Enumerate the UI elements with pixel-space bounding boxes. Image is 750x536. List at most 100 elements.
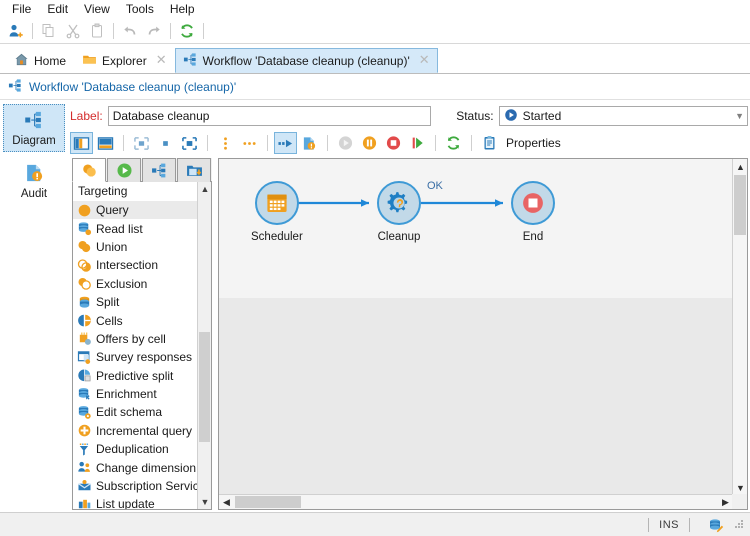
palette-item-survey-responses[interactable]: Survey responses [73,348,198,366]
palette-item-label: Edit schema [96,405,162,419]
menu-edit[interactable]: Edit [39,0,76,18]
canvas-hscroll-thumb[interactable] [235,496,301,508]
paste-button[interactable] [85,20,109,42]
palette-item-cells[interactable]: Cells [73,311,198,329]
show-log-button[interactable] [94,132,117,154]
palette-item-label: Survey responses [96,350,192,364]
palette-tab-execution[interactable] [107,158,141,182]
palette-item-enrichment[interactable]: Enrichment [73,385,198,403]
new-user-button[interactable] [4,20,28,42]
toolbar-separator [203,23,204,39]
close-icon[interactable]: ✕ [419,54,430,67]
canvas-vertical-scrollbar[interactable]: ▲ ▼ [732,159,747,495]
align-horizontal-button[interactable] [238,132,261,154]
start-pending-button[interactable] [406,132,429,154]
diagram-toolbar: Properties [70,131,748,155]
label-row: Label: Status: Started ▼ [70,104,748,128]
palette-item-union[interactable]: Union [73,238,198,256]
scroll-up-icon[interactable]: ▲ [733,159,748,174]
scroll-down-icon[interactable]: ▼ [733,480,748,495]
palette-tab-events[interactable] [177,158,211,182]
palette-item-label: Intersection [96,258,158,272]
copy-button[interactable] [37,20,61,42]
palette-scrollbar[interactable]: ▲ ▼ [197,182,211,509]
palette-item-predictive-split[interactable]: Predictive split [73,367,198,385]
chevron-down-icon[interactable]: ▼ [735,111,744,121]
offers-by-cell-icon [77,331,92,346]
node-label: Scheduler [251,231,303,243]
palette-item-read-list[interactable]: Read list [73,219,198,237]
scroll-right-icon[interactable]: ▶ [718,495,733,510]
tab-workflow[interactable]: Workflow 'Database cleanup (cleanup)' ✕ [175,48,438,73]
status-bar: INS [0,512,750,536]
zoom-fit-button[interactable] [130,132,153,154]
status-select[interactable]: Started ▼ [499,106,748,126]
zoom-selection-button[interactable] [178,132,201,154]
display-task-info-button[interactable] [298,132,321,154]
palette-item-change-dimension[interactable]: Change dimension [73,458,198,476]
palette-item-offers-by-cell[interactable]: Offers by cell [73,330,198,348]
read-list-icon [77,221,92,236]
canvas-vscroll-thumb[interactable] [734,175,746,235]
menu-help[interactable]: Help [162,0,203,18]
palette-item-exclusion[interactable]: Exclusion [73,275,198,293]
database-icon[interactable] [708,518,722,532]
page-title: Workflow 'Database cleanup (cleanup)' [29,80,236,94]
menu-view[interactable]: View [76,0,118,18]
start-button[interactable] [334,132,357,154]
tab-home[interactable]: Home [6,48,74,73]
canvas-horizontal-scrollbar[interactable]: ◀ ▶ [219,494,733,509]
palette-item-split[interactable]: Split [73,293,198,311]
scrollbar-corner [732,494,747,509]
scroll-down-icon[interactable]: ▼ [198,495,212,509]
redo-button[interactable] [142,20,166,42]
palette-item-query[interactable]: Query [73,201,198,219]
sidebar-item-audit[interactable]: Audit [3,158,65,204]
change-dimension-icon [77,460,92,475]
calendar-icon [265,191,289,215]
refresh-button[interactable] [175,20,199,42]
palette-item-subscription-services[interactable]: Subscription Servic.. [73,477,198,495]
menu-file[interactable]: File [4,0,39,18]
palette-scroll-thumb[interactable] [199,332,210,442]
application-window: File Edit View Tools Help [0,0,750,536]
properties-button[interactable] [478,132,501,154]
undo-button[interactable] [118,20,142,42]
palette-item-deduplication[interactable]: Deduplication [73,440,198,458]
palette-item-incremental-query[interactable]: Incremental query [73,422,198,440]
palette-item-list-update[interactable]: List update [73,495,198,510]
display-transitions-button[interactable] [274,132,297,154]
resize-grip-icon[interactable] [733,518,747,532]
cut-button[interactable] [61,20,85,42]
align-vertical-button[interactable] [214,132,237,154]
palette-tab-targeting[interactable] [72,158,106,182]
activity-palette: Targeting Query [72,158,212,510]
tab-explorer[interactable]: Explorer ✕ [74,48,175,73]
enrichment-icon [77,387,92,402]
stop-button[interactable] [382,132,405,154]
palette-item-intersection[interactable]: Intersection [73,256,198,274]
workflow-node-end[interactable]: End [511,181,555,243]
palette-tab-flow-control[interactable] [142,158,176,182]
palette-item-edit-schema[interactable]: Edit schema [73,403,198,421]
refresh-diagram-button[interactable] [442,132,465,154]
label-input[interactable] [108,106,432,126]
tab-bar: Home Explorer ✕ Workf [0,45,750,74]
menu-tools[interactable]: Tools [118,0,162,18]
status-caption: Status: [456,109,493,123]
show-palette-button[interactable] [70,132,93,154]
zoom-actual-button[interactable] [154,132,177,154]
scroll-left-icon[interactable]: ◀ [219,495,234,510]
properties-label[interactable]: Properties [506,136,561,150]
status-separator [648,518,649,532]
node-shape [511,181,555,225]
scroll-up-icon[interactable]: ▲ [198,182,212,196]
close-icon[interactable]: ✕ [156,54,167,67]
sidebar-item-diagram[interactable]: Diagram [3,104,65,152]
workflow-node-scheduler[interactable]: Scheduler [251,181,303,243]
palette-item-label: Enrichment [96,387,157,401]
pause-button[interactable] [358,132,381,154]
workflow-node-cleanup[interactable]: Cleanup [377,181,421,243]
workflow-canvas[interactable]: OK [219,159,733,495]
edit-schema-icon [77,405,92,420]
